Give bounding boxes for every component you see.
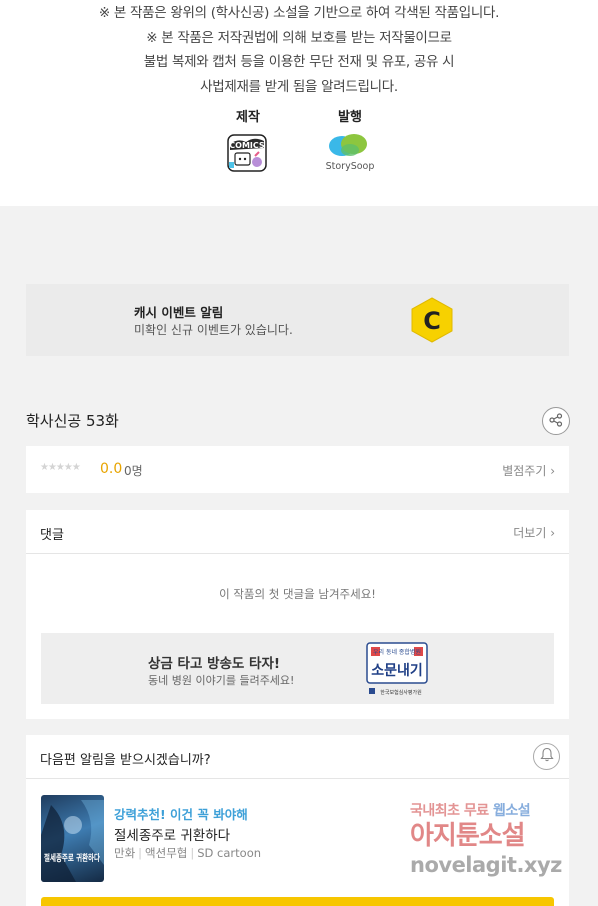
episode-title: 학사신공 53화 bbox=[26, 412, 119, 430]
promo-banner-subtitle: 동네 병원 이야기를 들려주세요! bbox=[148, 674, 295, 687]
event-title: 캐시 이벤트 알림 bbox=[134, 305, 224, 320]
recommendation-title: 절세종주로 귀환하다 bbox=[114, 828, 231, 844]
share-button[interactable] bbox=[542, 407, 570, 435]
storysoop-logo: StorySoop bbox=[320, 132, 380, 178]
production-label: 제작 bbox=[236, 110, 260, 125]
rate-button[interactable]: 별점주기 › bbox=[502, 462, 555, 479]
notice-line-2: ※ 본 작품은 저작권법에 의해 보호를 받는 저작물이므로 bbox=[146, 29, 452, 46]
rating-box: ★★★★★ 0.0 0명 별점주기 › bbox=[26, 446, 569, 493]
cash-coin-icon: C bbox=[409, 296, 455, 348]
recommendation-tag: 강력추천! 이건 꼭 봐야해 bbox=[114, 807, 248, 822]
svg-text:절세종주로 귀환하다: 절세종주로 귀환하다 bbox=[44, 852, 101, 864]
promo-banner-art: 우리 동네 종합병원 소문내기 한국보험심사평가원 bbox=[361, 639, 433, 703]
recommendation-meta: 만화 | 액션무협 | SD cartoon bbox=[114, 845, 261, 861]
copyright-notice-section: ※ 본 작품은 왕위의 (학사신공) 소설을 기반으로 하여 각색된 작품입니다… bbox=[0, 0, 598, 206]
notice-line-3: 불법 복제와 캡처 등을 이용한 무단 전재 및 유포, 공유 시 bbox=[143, 54, 455, 70]
event-subtitle: 미확인 신규 이벤트가 있습니다. bbox=[134, 323, 293, 337]
svg-text:소문내기: 소문내기 bbox=[371, 663, 423, 679]
svg-text:C: C bbox=[423, 307, 441, 335]
publisher-label: 발행 bbox=[338, 110, 362, 125]
credits: 제작 COMICS 발행 StorySoop bbox=[0, 108, 598, 178]
promo-banner[interactable]: 상금 타고 방송도 타자! 동네 병원 이야기를 들려주세요! 우리 동네 종합… bbox=[41, 633, 554, 704]
comments-empty-message: 이 작품의 첫 댓글을 남겨주세요! bbox=[219, 587, 376, 601]
primary-action-button[interactable] bbox=[41, 897, 554, 906]
next-episode-section: 다음편 알림을 받으시겠습니까? 절세종주로 귀환하다 강력추천! 이건 꼭 봐… bbox=[26, 735, 569, 906]
production-credit: 제작 COMICS bbox=[218, 108, 278, 178]
next-episode-title: 다음편 알림을 받으시겠습니까? bbox=[40, 753, 211, 768]
copyright-notice: ※ 본 작품은 왕위의 (학사신공) 소설을 기반으로 하여 각색된 작품입니다… bbox=[0, 1, 598, 99]
rating-score: 0.0 bbox=[100, 461, 123, 477]
comics-logo: COMICS bbox=[226, 132, 270, 178]
recommendation-thumbnail: 절세종주로 귀환하다 bbox=[41, 795, 104, 882]
recommendation-genre: 만화 bbox=[114, 846, 136, 860]
comments-title: 댓글 bbox=[40, 528, 64, 543]
comments-more-button[interactable]: 더보기 › bbox=[513, 524, 555, 541]
bell-icon bbox=[539, 747, 554, 766]
notify-toggle-button[interactable] bbox=[533, 743, 560, 770]
meta-divider: | bbox=[138, 846, 143, 860]
notice-line-1: ※ 본 작품은 왕위의 (학사신공) 소설을 기반으로 하여 각색된 작품입니다… bbox=[98, 5, 500, 21]
comments-header: 댓글 더보기 › bbox=[26, 510, 569, 554]
next-episode-header: 다음편 알림을 받으시겠습니까? bbox=[26, 735, 569, 779]
svg-text:우리 동네 종합병원: 우리 동네 종합병원 bbox=[373, 648, 421, 656]
rating-stars: ★★★★★ bbox=[40, 462, 81, 473]
comments-section: 댓글 더보기 › 이 작품의 첫 댓글을 남겨주세요! 상금 타고 방송도 타자… bbox=[26, 510, 569, 719]
svg-text:한국보험심사평가원: 한국보험심사평가원 bbox=[380, 689, 422, 696]
share-icon bbox=[549, 412, 563, 431]
recommendation-subgenre: 액션무협 bbox=[145, 846, 188, 860]
svg-text:StorySoop: StorySoop bbox=[326, 161, 375, 172]
svg-text:COMICS: COMICS bbox=[229, 141, 265, 150]
recommendation-publisher: SD cartoon bbox=[197, 846, 262, 860]
promo-banner-title: 상금 타고 방송도 타자! bbox=[148, 656, 281, 672]
notice-line-4: 사법제재를 받게 됨을 알려드립니다. bbox=[200, 78, 398, 95]
cash-event-banner[interactable]: 캐시 이벤트 알림 미확인 신규 이벤트가 있습니다. C bbox=[26, 284, 569, 356]
publisher-credit: 발행 StorySoop bbox=[320, 108, 380, 178]
rating-count: 0명 bbox=[124, 464, 143, 478]
meta-divider: | bbox=[190, 846, 195, 860]
